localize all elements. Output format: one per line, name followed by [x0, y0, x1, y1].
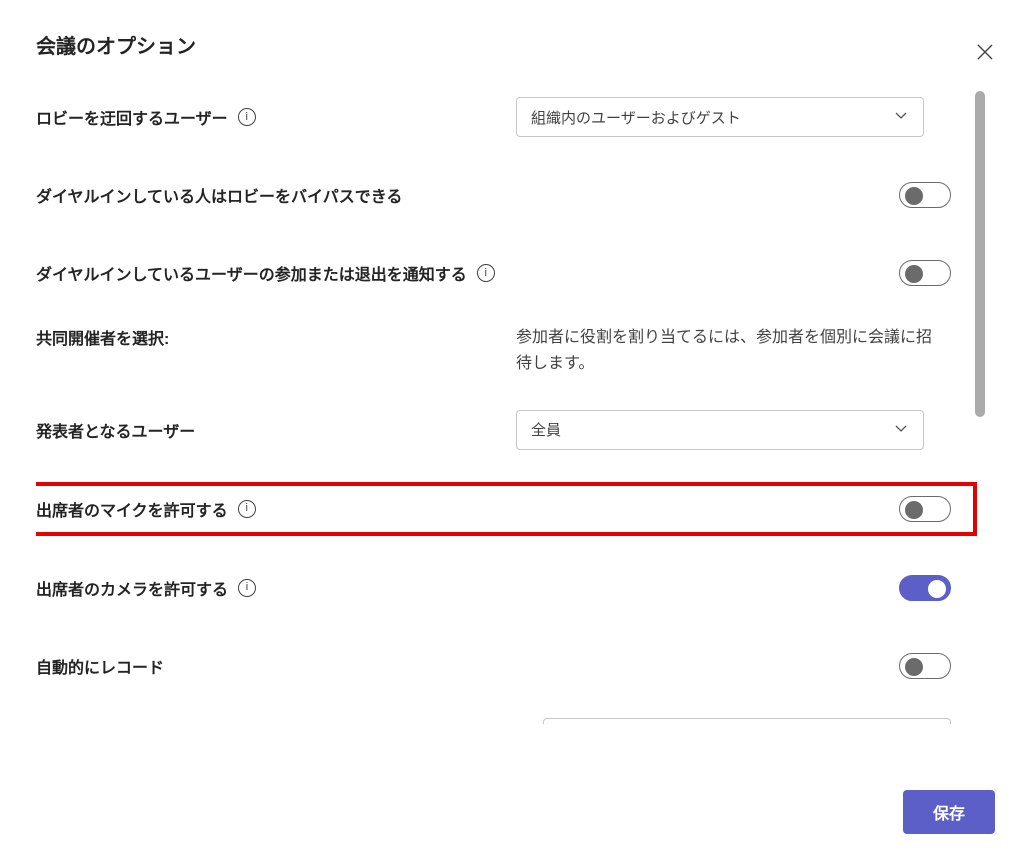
toggle-knob [928, 580, 946, 598]
label-lobby-bypass: ロビーを迂回するユーザー [36, 105, 516, 129]
control-presenter: 全員 [516, 410, 951, 450]
control-allow-camera [516, 575, 951, 601]
coorganizer-helper-text: 参加者に役割を割り当てるには、参加者を個別に会議に招待します。 [516, 325, 936, 378]
toggle-allow-camera[interactable] [899, 575, 951, 601]
label-text: 共同開催者を選択: [36, 325, 169, 349]
toggle-dialin-notify[interactable] [899, 260, 951, 286]
control-dialin-notify [879, 260, 951, 286]
info-icon[interactable] [238, 579, 256, 597]
row-allow-camera: 出席者のカメラを許可する [36, 562, 951, 614]
label-coorganizer: 共同開催者を選択: [36, 325, 516, 349]
toggle-knob [905, 501, 923, 519]
select-lobby-bypass[interactable]: 組織内のユーザーおよびゲスト [516, 97, 924, 137]
control-allow-mic [516, 496, 951, 522]
close-icon [976, 43, 994, 61]
row-allow-mic: 出席者のマイクを許可する [36, 482, 977, 536]
scrollbar-thumb[interactable] [975, 91, 985, 417]
dialog-title: 会議のオプション [36, 30, 995, 59]
control-coorganizer: 参加者に役割を割り当てるには、参加者を個別に会議に招待します。 [516, 325, 951, 378]
row-coorganizer: 共同開催者を選択: 参加者に役割を割り当てるには、参加者を個別に会議に招待します… [36, 325, 951, 378]
dialog-footer: 保存 [903, 790, 995, 834]
row-lobby-bypass: ロビーを迂回するユーザー 組織内のユーザーおよびゲスト [36, 91, 951, 143]
options-scroll-area: ロビーを迂回するユーザー 組織内のユーザーおよびゲスト ダイヤルインしている人は… [36, 91, 995, 860]
toggle-knob [905, 265, 923, 283]
control-partial [516, 718, 951, 724]
info-icon[interactable] [477, 264, 495, 282]
control-lobby-bypass: 組織内のユーザーおよびゲスト [516, 97, 951, 137]
select-value: 組織内のユーザーおよびゲスト [531, 107, 741, 128]
label-auto-record: 自動的にレコード [36, 654, 516, 678]
toggle-knob [905, 658, 923, 676]
select-presenter[interactable]: 全員 [516, 410, 924, 450]
label-text: 出席者のカメラを許可する [36, 576, 228, 600]
row-dialin-bypass: ダイヤルインしている人はロビーをバイパスできる [36, 169, 951, 221]
label-text: 発表者となるユーザー [36, 418, 195, 442]
label-text: ダイヤルインしているユーザーの参加または退出を通知する [36, 261, 467, 285]
dialog-header: 会議のオプション [36, 30, 995, 59]
row-dialin-notify: ダイヤルインしているユーザーの参加または退出を通知する [36, 247, 951, 299]
label-text: 出席者のマイクを許可する [36, 497, 228, 521]
label-dialin-bypass: ダイヤルインしている人はロビーをバイパスできる [36, 183, 516, 207]
label-text: ダイヤルインしている人はロビーをバイパスできる [36, 183, 402, 207]
label-allow-mic: 出席者のマイクを許可する [36, 497, 516, 521]
toggle-knob [905, 187, 923, 205]
partial-select-peek [543, 718, 951, 724]
row-auto-record: 自動的にレコード [36, 640, 951, 692]
save-button[interactable]: 保存 [903, 790, 995, 834]
chevron-down-icon [893, 420, 909, 440]
label-allow-camera: 出席者のカメラを許可する [36, 576, 516, 600]
label-presenter: 発表者となるユーザー [36, 418, 516, 442]
info-icon[interactable] [238, 108, 256, 126]
chevron-down-icon [893, 107, 909, 127]
control-auto-record [516, 653, 951, 679]
toggle-dialin-bypass[interactable] [899, 182, 951, 208]
label-text: ロビーを迂回するユーザー [36, 105, 228, 129]
meeting-options-dialog: 会議のオプション ロビーを迂回するユーザー 組織内のユーザーおよびゲスト [0, 0, 1031, 860]
info-icon[interactable] [238, 500, 256, 518]
toggle-allow-mic[interactable] [899, 496, 951, 522]
row-partial-next [36, 718, 951, 724]
select-value: 全員 [531, 419, 561, 440]
close-button[interactable] [973, 40, 997, 64]
toggle-auto-record[interactable] [899, 653, 951, 679]
control-dialin-bypass [516, 182, 951, 208]
label-dialin-notify: ダイヤルインしているユーザーの参加または退出を通知する [36, 261, 879, 285]
row-presenter: 発表者となるユーザー 全員 [36, 404, 951, 456]
label-text: 自動的にレコード [36, 654, 164, 678]
